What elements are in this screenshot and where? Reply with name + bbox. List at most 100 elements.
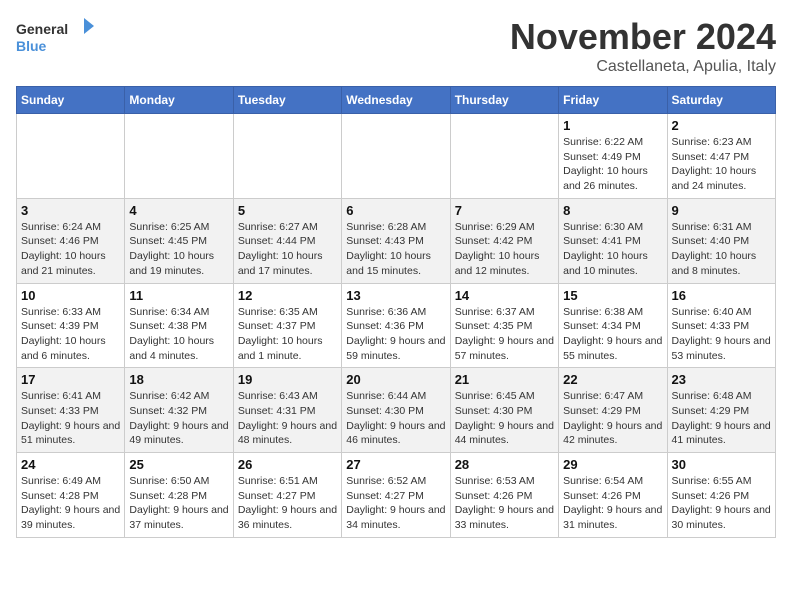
month-title: November 2024 (510, 16, 776, 58)
day-number: 23 (672, 372, 771, 387)
day-info: Sunrise: 6:24 AM Sunset: 4:46 PM Dayligh… (21, 220, 120, 279)
day-cell: 12 Sunrise: 6:35 AM Sunset: 4:37 PM Dayli… (233, 283, 341, 368)
day-cell: 21 Sunrise: 6:45 AM Sunset: 4:30 PM Dayli… (450, 368, 558, 453)
day-info: Sunrise: 6:53 AM Sunset: 4:26 PM Dayligh… (455, 474, 554, 533)
day-number: 18 (129, 372, 228, 387)
day-number: 24 (21, 457, 120, 472)
day-cell: 15Sunrise: 6:38 AM Sunset: 4:34 PM Dayli… (559, 283, 667, 368)
day-cell: 17 Sunrise: 6:41 AM Sunset: 4:33 PM Dayli… (17, 368, 125, 453)
day-cell: 16Sunrise: 6:40 AM Sunset: 4:33 PM Dayli… (667, 283, 775, 368)
day-info: Sunrise: 6:23 AM Sunset: 4:47 PM Dayligh… (672, 135, 771, 194)
calendar-table: SundayMondayTuesdayWednesdayThursdayFrid… (16, 86, 776, 538)
day-number: 14 (455, 288, 554, 303)
day-info: Sunrise: 6:47 AM Sunset: 4:29 PM Dayligh… (563, 389, 662, 448)
day-number: 21 (455, 372, 554, 387)
day-cell: 20Sunrise: 6:44 AM Sunset: 4:30 PM Dayli… (342, 368, 450, 453)
day-info: Sunrise: 6:30 AM Sunset: 4:41 PM Dayligh… (563, 220, 662, 279)
day-cell: 29 Sunrise: 6:54 AM Sunset: 4:26 PM Dayli… (559, 453, 667, 538)
day-header-monday: Monday (125, 87, 233, 114)
day-cell: 27Sunrise: 6:52 AM Sunset: 4:27 PM Dayli… (342, 453, 450, 538)
day-info: Sunrise: 6:45 AM Sunset: 4:30 PM Dayligh… (455, 389, 554, 448)
day-info: Sunrise: 6:50 AM Sunset: 4:28 PM Dayligh… (129, 474, 228, 533)
svg-text:Blue: Blue (16, 38, 47, 54)
day-header-tuesday: Tuesday (233, 87, 341, 114)
day-number: 6 (346, 203, 445, 218)
day-info: Sunrise: 6:43 AM Sunset: 4:31 PM Dayligh… (238, 389, 337, 448)
day-cell: 30 Sunrise: 6:55 AM Sunset: 4:26 PM Dayli… (667, 453, 775, 538)
day-number: 12 (238, 288, 337, 303)
day-info: Sunrise: 6:44 AM Sunset: 4:30 PM Dayligh… (346, 389, 445, 448)
day-cell: 25 Sunrise: 6:50 AM Sunset: 4:28 PM Dayli… (125, 453, 233, 538)
day-number: 17 (21, 372, 120, 387)
day-cell: 10 Sunrise: 6:33 AM Sunset: 4:39 PM Dayli… (17, 283, 125, 368)
day-info: Sunrise: 6:33 AM Sunset: 4:39 PM Dayligh… (21, 305, 120, 364)
logo: General Blue (16, 16, 96, 60)
day-info: Sunrise: 6:55 AM Sunset: 4:26 PM Dayligh… (672, 474, 771, 533)
day-cell: 23 Sunrise: 6:48 AM Sunset: 4:29 PM Dayli… (667, 368, 775, 453)
location: Castellaneta, Apulia, Italy (510, 58, 776, 76)
day-number: 4 (129, 203, 228, 218)
day-cell (17, 114, 125, 199)
day-cell: 1 Sunrise: 6:22 AM Sunset: 4:49 PM Daylig… (559, 114, 667, 199)
day-cell: 5Sunrise: 6:27 AM Sunset: 4:44 PM Daylig… (233, 198, 341, 283)
week-row-2: 3 Sunrise: 6:24 AM Sunset: 4:46 PM Daylig… (17, 198, 776, 283)
day-number: 29 (563, 457, 662, 472)
day-header-saturday: Saturday (667, 87, 775, 114)
day-info: Sunrise: 6:51 AM Sunset: 4:27 PM Dayligh… (238, 474, 337, 533)
logo-svg: General Blue (16, 16, 96, 60)
day-info: Sunrise: 6:34 AM Sunset: 4:38 PM Dayligh… (129, 305, 228, 364)
day-cell: 19 Sunrise: 6:43 AM Sunset: 4:31 PM Dayli… (233, 368, 341, 453)
day-number: 5 (238, 203, 337, 218)
day-cell: 11 Sunrise: 6:34 AM Sunset: 4:38 PM Dayli… (125, 283, 233, 368)
day-number: 19 (238, 372, 337, 387)
day-cell (450, 114, 558, 199)
day-number: 28 (455, 457, 554, 472)
day-number: 9 (672, 203, 771, 218)
day-number: 15 (563, 288, 662, 303)
day-number: 11 (129, 288, 228, 303)
day-cell: 3 Sunrise: 6:24 AM Sunset: 4:46 PM Daylig… (17, 198, 125, 283)
day-number: 26 (238, 457, 337, 472)
day-cell (233, 114, 341, 199)
day-cell (342, 114, 450, 199)
day-number: 3 (21, 203, 120, 218)
day-number: 13 (346, 288, 445, 303)
day-info: Sunrise: 6:48 AM Sunset: 4:29 PM Dayligh… (672, 389, 771, 448)
day-number: 10 (21, 288, 120, 303)
title-block: November 2024 Castellaneta, Apulia, Ital… (510, 16, 776, 76)
week-row-3: 10 Sunrise: 6:33 AM Sunset: 4:39 PM Dayli… (17, 283, 776, 368)
day-number: 30 (672, 457, 771, 472)
day-cell: 7Sunrise: 6:29 AM Sunset: 4:42 PM Daylig… (450, 198, 558, 283)
week-row-1: 1 Sunrise: 6:22 AM Sunset: 4:49 PM Daylig… (17, 114, 776, 199)
day-info: Sunrise: 6:28 AM Sunset: 4:43 PM Dayligh… (346, 220, 445, 279)
day-number: 2 (672, 118, 771, 133)
day-info: Sunrise: 6:31 AM Sunset: 4:40 PM Dayligh… (672, 220, 771, 279)
day-cell: 18Sunrise: 6:42 AM Sunset: 4:32 PM Dayli… (125, 368, 233, 453)
day-cell: 28 Sunrise: 6:53 AM Sunset: 4:26 PM Dayli… (450, 453, 558, 538)
day-number: 22 (563, 372, 662, 387)
day-info: Sunrise: 6:49 AM Sunset: 4:28 PM Dayligh… (21, 474, 120, 533)
day-cell: 13 Sunrise: 6:36 AM Sunset: 4:36 PM Dayli… (342, 283, 450, 368)
day-info: Sunrise: 6:54 AM Sunset: 4:26 PM Dayligh… (563, 474, 662, 533)
day-header-friday: Friday (559, 87, 667, 114)
day-info: Sunrise: 6:37 AM Sunset: 4:35 PM Dayligh… (455, 305, 554, 364)
day-cell: 2 Sunrise: 6:23 AM Sunset: 4:47 PM Daylig… (667, 114, 775, 199)
svg-text:General: General (16, 21, 68, 37)
day-number: 25 (129, 457, 228, 472)
day-cell: 26 Sunrise: 6:51 AM Sunset: 4:27 PM Dayli… (233, 453, 341, 538)
day-header-sunday: Sunday (17, 87, 125, 114)
day-info: Sunrise: 6:41 AM Sunset: 4:33 PM Dayligh… (21, 389, 120, 448)
day-number: 8 (563, 203, 662, 218)
day-number: 1 (563, 118, 662, 133)
day-info: Sunrise: 6:36 AM Sunset: 4:36 PM Dayligh… (346, 305, 445, 364)
week-row-5: 24 Sunrise: 6:49 AM Sunset: 4:28 PM Dayli… (17, 453, 776, 538)
day-info: Sunrise: 6:35 AM Sunset: 4:37 PM Dayligh… (238, 305, 337, 364)
day-cell: 8 Sunrise: 6:30 AM Sunset: 4:41 PM Daylig… (559, 198, 667, 283)
day-number: 16 (672, 288, 771, 303)
day-header-thursday: Thursday (450, 87, 558, 114)
day-info: Sunrise: 6:22 AM Sunset: 4:49 PM Dayligh… (563, 135, 662, 194)
day-header-wednesday: Wednesday (342, 87, 450, 114)
page-header: General Blue November 2024 Castellaneta,… (16, 16, 776, 76)
day-cell: 9 Sunrise: 6:31 AM Sunset: 4:40 PM Daylig… (667, 198, 775, 283)
week-row-4: 17 Sunrise: 6:41 AM Sunset: 4:33 PM Dayli… (17, 368, 776, 453)
